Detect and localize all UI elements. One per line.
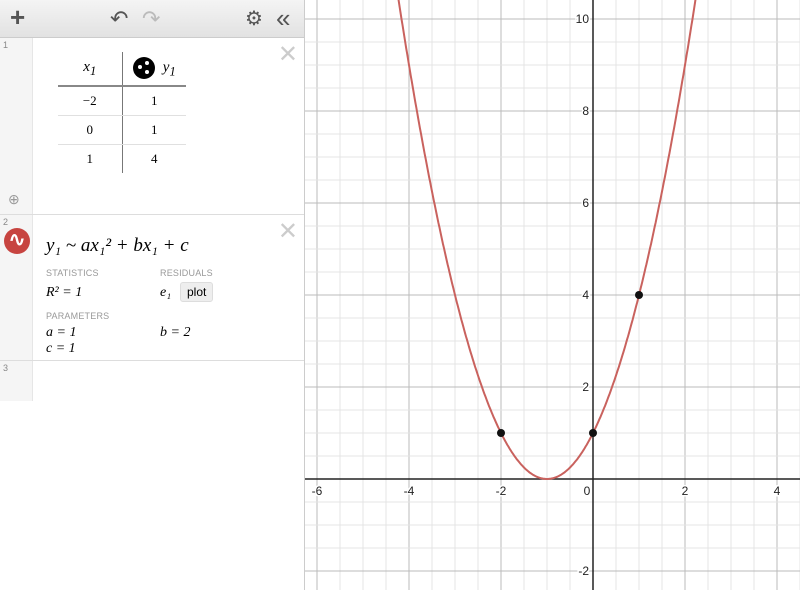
table-row: 14: [58, 144, 186, 173]
regression-curve: [397, 0, 697, 480]
y-tick-label: 6: [582, 196, 589, 210]
x-tick-label: 2: [682, 484, 689, 498]
y-tick-label: 8: [582, 104, 589, 118]
add-expression-button[interactable]: +: [10, 2, 25, 33]
column-header-y[interactable]: y1: [122, 52, 186, 87]
graph-canvas[interactable]: -6 -4 -2 0 2 4 -2 2 4 6 8 10: [305, 0, 800, 590]
column-header-x[interactable]: x1: [58, 52, 123, 87]
r-squared-value: R² = 1: [46, 285, 83, 300]
param-b: b = 2: [160, 325, 191, 340]
toolbar: + ↶ ↷ ⚙ «: [0, 0, 304, 38]
plot-residuals-button[interactable]: plot: [180, 282, 214, 302]
y-tick-label: 4: [582, 288, 589, 302]
x-tick-label: -2: [496, 484, 507, 498]
expression-panel: + ↶ ↷ ⚙ « 1 ⊕ ✕ x1 y1 −2 1 01 14 2 ∿ ✕ y₁…: [0, 0, 305, 590]
x-tick-label: -6: [312, 484, 323, 498]
parameters-label: PARAMETERS: [46, 311, 110, 321]
regression-formula[interactable]: y₁ ~ ax₁² + bx₁ + c: [46, 235, 189, 257]
param-a: a = 1: [46, 325, 77, 340]
point-style-icon[interactable]: [132, 57, 155, 80]
collapse-panel-button[interactable]: «: [276, 3, 290, 34]
x-tick-label: -4: [404, 484, 415, 498]
data-point: [635, 291, 643, 299]
regression-curve-icon[interactable]: ∿: [4, 228, 30, 254]
x-tick-label: 4: [774, 484, 781, 498]
param-c: c = 1: [46, 341, 76, 356]
residual-variable: e₁: [160, 285, 172, 300]
data-table: x1 y1 −2 1 01 14: [58, 52, 186, 173]
delete-expression-button[interactable]: ✕: [278, 217, 298, 246]
table-row: 01: [58, 115, 186, 145]
zoom-fit-icon[interactable]: ⊕: [8, 191, 20, 208]
expression-1-table[interactable]: 1 ⊕ ✕ x1 y1 −2 1 01 14: [0, 38, 304, 215]
expression-2-regression[interactable]: 2 ∿ ✕ y₁ ~ ax₁² + bx₁ + c STATISTICS RES…: [0, 215, 304, 361]
table-row: −2 1: [58, 86, 186, 116]
delete-expression-button[interactable]: ✕: [278, 40, 298, 69]
data-point: [589, 429, 597, 437]
line-number: 3: [3, 363, 9, 373]
expression-3-empty[interactable]: 3: [0, 361, 304, 401]
y-tick-label: 2: [582, 380, 589, 394]
redo-button[interactable]: ↷: [142, 6, 160, 32]
undo-button[interactable]: ↶: [110, 6, 128, 32]
y-tick-label: -2: [578, 564, 589, 578]
residuals-label: RESIDUALS: [160, 268, 213, 278]
line-number: 1: [3, 40, 9, 50]
x-tick-label: 0: [584, 484, 591, 498]
y-tick-label: 10: [576, 12, 590, 26]
line-number: 2: [3, 217, 9, 227]
settings-gear-icon[interactable]: ⚙: [245, 6, 263, 31]
statistics-label: STATISTICS: [46, 268, 99, 278]
data-point: [497, 429, 505, 437]
